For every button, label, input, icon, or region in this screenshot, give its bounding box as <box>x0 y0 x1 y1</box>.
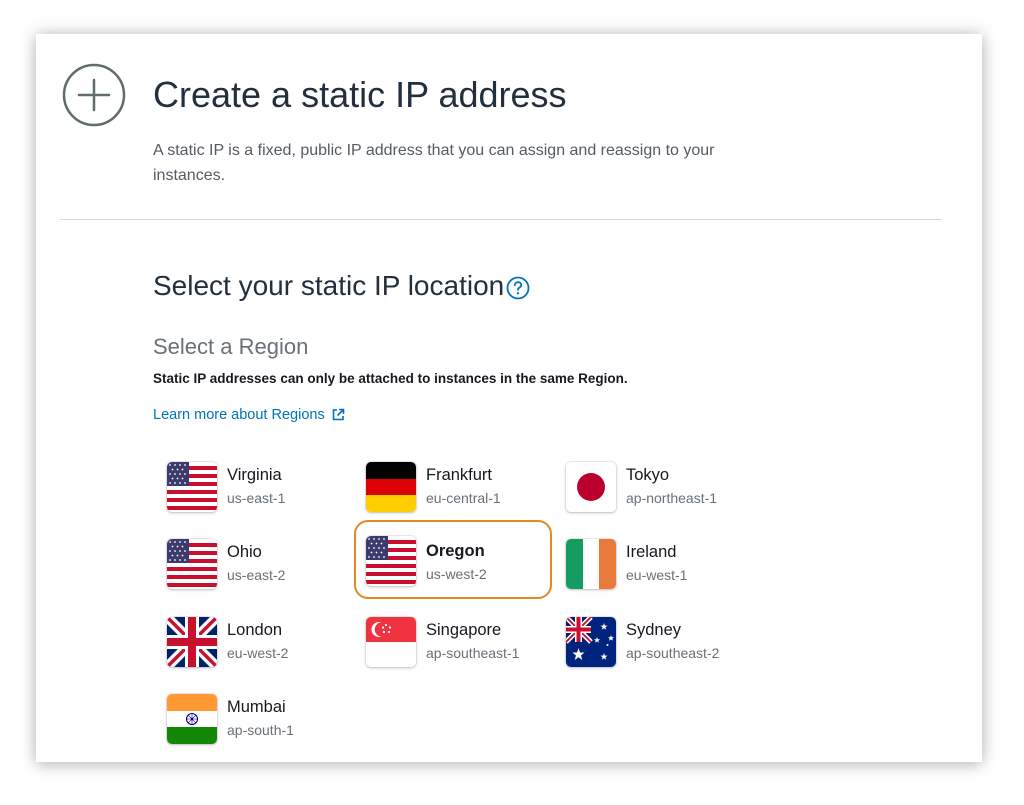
add-circle-icon <box>62 63 126 127</box>
page-title: Create a static IP address <box>153 74 567 115</box>
australia-flag-icon <box>566 617 616 667</box>
region-code: ap-southeast-2 <box>626 645 720 661</box>
region-note: Static IP addresses can only be attached… <box>153 371 628 386</box>
region-name: Ireland <box>626 543 677 561</box>
region-code: us-west-2 <box>426 566 487 582</box>
japan-flag-icon <box>566 462 616 512</box>
page-description: A static IP is a fixed, public IP addres… <box>153 142 715 184</box>
region-code: ap-southeast-1 <box>426 645 520 661</box>
learn-more-label: Learn more about Regions <box>153 407 325 423</box>
region-name: Singapore <box>426 621 502 639</box>
region-code: ap-south-1 <box>227 722 294 738</box>
region-code: us-east-2 <box>227 567 286 583</box>
region-tile-sydney[interactable]: Sydney ap-southeast-2 <box>554 604 750 680</box>
region-name: London <box>227 621 283 639</box>
region-tile-ireland[interactable]: Ireland eu-west-1 <box>554 526 750 602</box>
region-heading: Select a Region <box>153 334 309 359</box>
region-tile-frankfurt[interactable]: Frankfurt eu-central-1 <box>354 449 550 525</box>
us-flag-icon <box>167 539 217 589</box>
section-divider <box>60 219 942 220</box>
external-link-icon <box>332 408 345 421</box>
learn-more-regions-link[interactable]: Learn more about Regions <box>153 407 345 423</box>
region-code: eu-west-1 <box>626 567 688 583</box>
region-code: ap-northeast-1 <box>626 490 718 506</box>
section-title: Select your static IP location <box>153 270 505 301</box>
india-flag-icon <box>167 694 217 744</box>
create-static-ip-panel: Create a static IP address A static IP i… <box>36 34 982 762</box>
region-tile-mumbai[interactable]: Mumbai ap-south-1 <box>155 681 351 757</box>
uk-flag-icon <box>167 617 217 667</box>
region-code: us-east-1 <box>227 490 286 506</box>
region-name: Ohio <box>227 543 262 561</box>
germany-flag-icon <box>366 462 416 512</box>
region-tile-ohio[interactable]: Ohio us-east-2 <box>155 526 351 602</box>
region-name: Sydney <box>626 621 682 639</box>
singapore-flag-icon <box>366 617 416 667</box>
help-icon[interactable] <box>506 276 530 300</box>
region-code: eu-central-1 <box>426 490 501 506</box>
region-tile-virginia[interactable]: Virginia us-east-1 <box>155 449 351 525</box>
region-tile-london[interactable]: London eu-west-2 <box>155 604 351 680</box>
region-name: Oregon <box>426 542 485 560</box>
region-tile-singapore[interactable]: Singapore ap-southeast-1 <box>354 604 550 680</box>
region-name: Frankfurt <box>426 466 493 484</box>
region-name: Virginia <box>227 466 282 484</box>
region-tile-tokyo[interactable]: Tokyo ap-northeast-1 <box>554 449 750 525</box>
us-flag-icon <box>167 462 217 512</box>
ireland-flag-icon <box>566 539 616 589</box>
region-code: eu-west-2 <box>227 645 289 661</box>
us-flag-icon <box>366 536 416 586</box>
region-tile-oregon[interactable]: Oregon us-west-2 <box>354 520 552 599</box>
region-name: Tokyo <box>626 466 670 484</box>
region-name: Mumbai <box>227 698 286 716</box>
